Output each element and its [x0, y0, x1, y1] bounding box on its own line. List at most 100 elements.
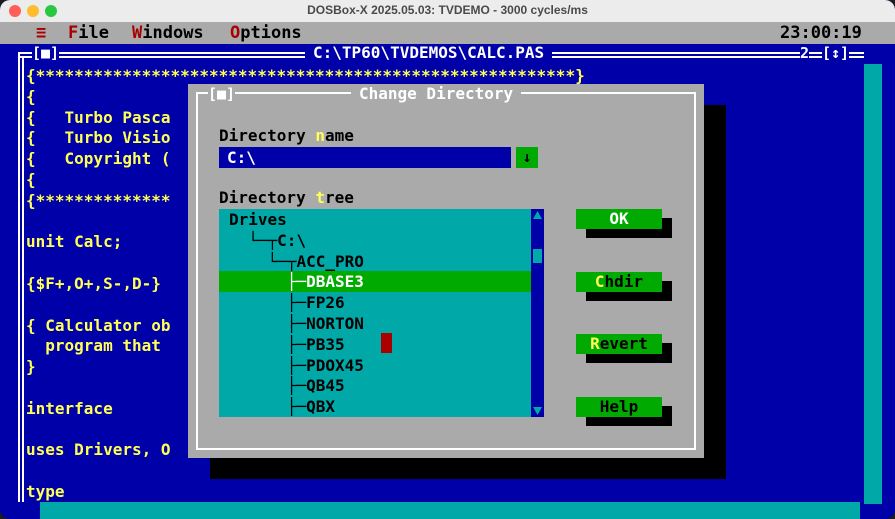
tree-item[interactable]: ├─QB45 [219, 375, 531, 396]
change-directory-dialog: [■] Change Directory Directory name C:\ … [188, 84, 704, 458]
tree-branch-prefix: ├─ [229, 272, 307, 292]
editor-zoom-box[interactable]: [↕] [822, 44, 850, 62]
editor-frame-left [18, 52, 20, 502]
title-bar: DOSBox-X 2025.05.03: TVDEMO - 3000 cycle… [0, 0, 895, 23]
dialog-title: Change Directory [351, 84, 522, 104]
tree-item[interactable]: Drives [219, 209, 531, 230]
menu-file[interactable]: File [68, 22, 109, 44]
tree-branch-prefix: └─┬ [229, 251, 297, 271]
tree-item[interactable]: └─┬C:\ [219, 230, 531, 251]
editor-frame-left-inner [22, 56, 24, 502]
editor-title: C:\TP60\TVDEMOS\CALC.PAS [305, 44, 553, 62]
scroll-up-arrow-icon[interactable] [533, 211, 542, 219]
tree-item[interactable]: └─┬ACC_PRO [219, 251, 531, 272]
dialog-close-box[interactable]: [■] [208, 84, 236, 104]
tree-item-name: QBX [306, 397, 335, 417]
tree-branch-prefix: └─┬ [229, 230, 278, 250]
editor-line: { Calculator ob [26, 315, 171, 335]
editor-line: { Turbo Pasca [26, 107, 171, 127]
tree-item-name: C:\ [277, 230, 307, 250]
directory-name-label[interactable]: Directory name [219, 126, 354, 146]
chdir-button-hotkey: C [594, 272, 605, 291]
editor-line: program that [26, 336, 161, 356]
menu-windows[interactable]: Windows [132, 22, 204, 44]
tree-item-name: NORTON [306, 314, 364, 333]
vertical-scrollbar[interactable] [864, 64, 882, 504]
editor-line: { [26, 170, 36, 189]
system-menu-icon[interactable]: ≡ [36, 22, 46, 44]
menu-windows-hotkey: W [132, 23, 143, 43]
dialog-close-box-label: [■] [208, 85, 236, 103]
tree-item-name: FP26 [306, 293, 345, 313]
scroll-thumb[interactable] [533, 249, 542, 263]
editor-line: unit Calc; [26, 232, 123, 252]
editor-line: { [26, 86, 36, 106]
tree-branch-prefix: ├─ [229, 376, 307, 396]
dosbox-window: DOSBox-X 2025.05.03: TVDEMO - 3000 cycle… [0, 0, 895, 519]
menu-file-hotkey: F [68, 23, 79, 43]
tree-item-name: DBASE3 [306, 272, 364, 292]
directory-name-label-post: ame [324, 126, 354, 145]
scroll-down-arrow-icon[interactable] [533, 407, 542, 415]
directory-tree-list[interactable]: Drives └─┬C:\ └─┬ACC_PRO ├─DBASE3 ├─FP26… [219, 209, 531, 417]
editor-window-number: 2 [800, 44, 810, 62]
editor-line: {$F+,O+,S-,D-} [26, 274, 161, 293]
help-button-label: Help [599, 397, 639, 416]
editor-line: uses Drivers, O [26, 440, 171, 460]
directory-tree-scrollbar[interactable] [531, 209, 544, 417]
directory-name-input[interactable]: C:\ [219, 147, 511, 168]
tree-item-name: ACC_PRO [296, 251, 364, 271]
editor-line: {***************************************… [26, 66, 585, 85]
help-button[interactable]: Help [576, 397, 662, 417]
tree-item[interactable]: ├─PDOX45 [219, 355, 531, 376]
directory-tree-label-post: ree [324, 188, 354, 207]
directory-name-label-pre: Directory [219, 126, 316, 145]
mouse-cursor [381, 333, 392, 353]
ok-button-label: OK [609, 209, 629, 228]
menu-options[interactable]: Options [230, 22, 302, 44]
menu-options-label: ptions [240, 23, 302, 43]
menu-file-label: ile [78, 23, 109, 43]
tree-branch-prefix: ├─ [229, 397, 307, 417]
editor-line: interface [26, 398, 113, 418]
editor-line: { Turbo Visio [26, 128, 171, 148]
editor-line: type [26, 482, 65, 501]
menu-windows-label: indows [142, 23, 204, 43]
tree-item-name: PB35 [306, 334, 345, 354]
window-title: DOSBox-X 2025.05.03: TVDEMO - 3000 cycle… [307, 3, 588, 17]
tree-item[interactable]: ├─NORTON [219, 313, 531, 334]
tree-branch-prefix: ├─ [229, 314, 307, 333]
tree-branch-prefix: Drives [229, 210, 287, 229]
tree-branch-prefix: ├─ [229, 334, 307, 354]
tree-branch-prefix: ├─ [229, 293, 307, 313]
tree-item-name: QB45 [306, 376, 345, 396]
tree-item[interactable]: ├─QBX [219, 396, 531, 417]
directory-tree-label[interactable]: Directory tree [219, 188, 354, 208]
tree-item[interactable]: ├─PB35 [219, 334, 531, 355]
editor-line: {************** [26, 190, 171, 210]
horizontal-scrollbar[interactable] [40, 502, 860, 519]
menu-bar: ≡ File Windows Options 23:00:19 [0, 22, 895, 44]
chdir-button[interactable]: Chdir [576, 272, 662, 292]
editor-zoom-box-label: [↕] [822, 44, 850, 62]
directory-tree-label-hotkey: t [315, 188, 325, 207]
tree-branch-prefix: ├─ [229, 355, 307, 375]
revert-button[interactable]: Revert [576, 334, 662, 354]
revert-button-label: evert [599, 334, 648, 353]
ok-button[interactable]: OK [576, 209, 662, 229]
history-dropdown-icon[interactable]: ↓ [516, 147, 538, 168]
menu-options-hotkey: O [230, 23, 241, 43]
tree-scrollbar-graphic [533, 211, 542, 415]
clock: 23:00:19 [780, 23, 862, 43]
directory-tree-label-pre: Directory [219, 188, 316, 207]
revert-button-hotkey: R [590, 334, 600, 353]
tree-item-name: PDOX45 [306, 355, 364, 375]
directory-name-label-hotkey: n [315, 126, 325, 145]
editor-line: } [26, 357, 36, 377]
editor-close-box-label: [■] [32, 44, 60, 62]
editor-line: { Copyright ( [26, 149, 171, 169]
chdir-button-label: hdir [604, 272, 644, 291]
editor-close-box[interactable]: [■] [32, 44, 60, 62]
tree-item[interactable]: ├─DBASE3 [219, 271, 531, 293]
tree-item[interactable]: ├─FP26 [219, 292, 531, 313]
